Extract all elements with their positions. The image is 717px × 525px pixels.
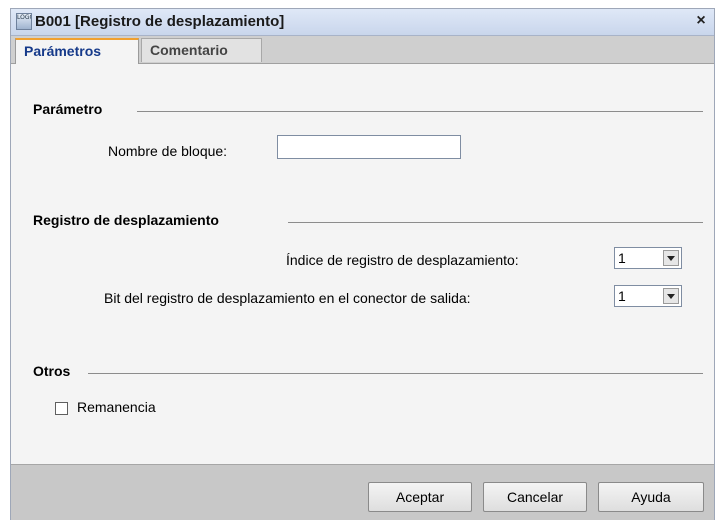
accept-button[interactable]: Aceptar (368, 482, 472, 512)
block-name-label: Nombre de bloque: (108, 143, 228, 159)
block-name-input[interactable] (277, 135, 461, 159)
tab-parametros[interactable]: Parámetros (15, 38, 139, 64)
shift-register-index-select[interactable]: 1 (614, 247, 682, 269)
section-title-otros: Otros (33, 363, 71, 379)
help-button[interactable]: Ayuda (598, 482, 704, 512)
section-title-registro: Registro de desplazamiento (33, 212, 219, 228)
shift-register-index-value: 1 (618, 250, 626, 266)
shift-register-bit-label: Bit del registro de desplazamiento en el… (104, 290, 471, 306)
window-title: B001 [Registro de desplazamiento] (35, 13, 285, 30)
shift-register-bit-select[interactable]: 1 (614, 285, 682, 307)
section-title-parametro: Parámetro (33, 101, 103, 117)
remanencia-checkbox[interactable] (55, 402, 68, 415)
title-bar[interactable]: LOGO B001 [Registro de desplazamiento] × (11, 9, 714, 36)
tab-comentario[interactable]: Comentario (141, 38, 262, 62)
section-divider-registro (288, 222, 703, 223)
close-icon[interactable]: × (692, 12, 710, 30)
shift-register-index-label: Índice de registro de desplazamiento: (286, 252, 519, 268)
dialog-window: LOGO B001 [Registro de desplazamiento] ×… (10, 8, 715, 520)
tab-bar: Parámetros Comentario (11, 36, 714, 64)
cancel-button[interactable]: Cancelar (483, 482, 587, 512)
section-divider-parametro (137, 111, 703, 112)
chevron-down-icon[interactable] (663, 288, 679, 304)
remanencia-label[interactable]: Remanencia (77, 399, 156, 415)
logo-app-icon: LOGO (16, 13, 32, 30)
chevron-down-icon[interactable] (663, 250, 679, 266)
shift-register-bit-value: 1 (618, 288, 626, 304)
button-bar: Aceptar Cancelar Ayuda (11, 464, 714, 520)
section-divider-otros (88, 373, 703, 374)
